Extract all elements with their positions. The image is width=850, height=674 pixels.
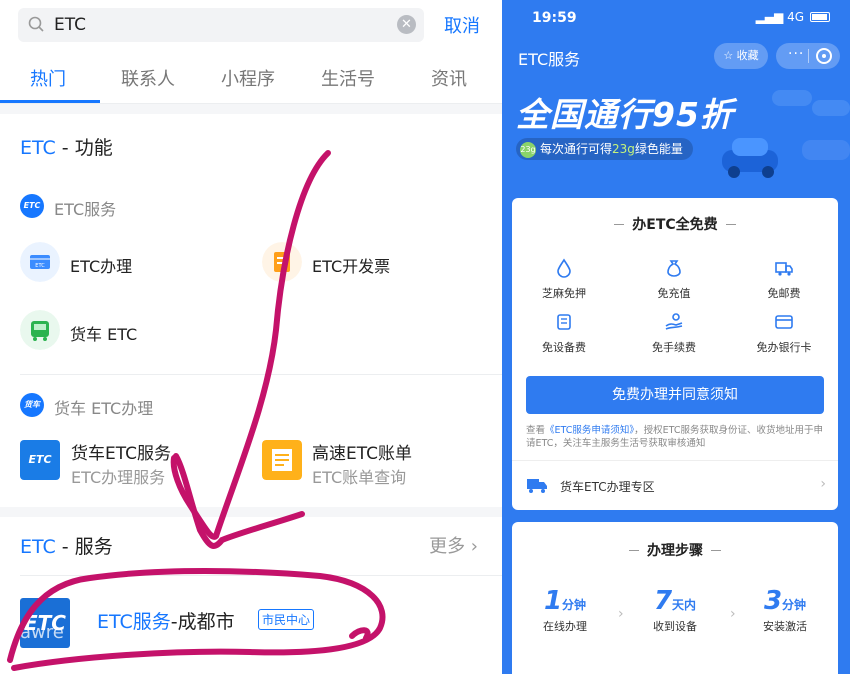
feature-no-bank-card: 免办银行卡 [744, 312, 824, 355]
tab-mini-programs[interactable]: 小程序 [221, 65, 275, 91]
etc-invoice-label: ETC开发票 [312, 257, 391, 276]
free-card-title: 办ETC全免费 [512, 214, 838, 234]
result-title: ETC服务-成都市 [97, 611, 235, 633]
section-gap [0, 507, 502, 517]
search-results-panel: ETC ✕ 取消 热门 联系人 小程序 生活号 资讯 ETC - 功能 ETC … [0, 0, 502, 674]
truck-bus-icon [20, 310, 60, 350]
etc-apply-label: ETC办理 [70, 257, 133, 276]
green-energy-pill: 23g 每次通行可得23g绿色能量 [516, 138, 693, 160]
delivery-truck-icon [775, 262, 793, 276]
network-label: 4G [787, 10, 804, 24]
etc-service-logo: ETC [20, 194, 44, 218]
etc-service-mini-program: 19:59 ▂▄▆ 4G ETC服务 ☆ 收藏 ··· 全国通行95折 23g 每… [502, 0, 850, 674]
function-section-title: ETC - 功能 [20, 137, 113, 159]
step-receive-device: 7天内 收到设备 [653, 586, 697, 633]
agreement-notice: 查看《ETC服务申请须知》，授权ETC服务获取身份证、收货地址用于申请ETC，关… [526, 425, 824, 449]
tab-life-accounts[interactable]: 生活号 [321, 65, 375, 91]
battery-icon [810, 12, 830, 22]
truck-zone-label: 货车ETC办理专区 [560, 480, 655, 494]
step-arrow-icon: › [618, 606, 624, 622]
truck-icon [527, 479, 547, 493]
hand-coin-icon [665, 313, 683, 330]
citizen-center-tag: 市民中心 [258, 609, 315, 630]
truck-etc-group-title[interactable]: 货车 ETC办理 [54, 395, 153, 419]
feature-no-recharge: 免充值 [634, 258, 714, 301]
tab-hot[interactable]: 热门 [30, 65, 66, 91]
status-indicators: ▂▄▆ 4G [756, 10, 830, 24]
close-icon[interactable] [816, 48, 832, 64]
feature-free-shipping: 免邮费 [744, 258, 824, 301]
watermark-text: Lawre [10, 622, 64, 643]
divider [20, 374, 502, 375]
device-icon [557, 314, 571, 330]
free-apply-card: 办ETC全免费 芝麻免押 免充值 免邮费 免设备费 免手续费 免办银行卡 免费办… [512, 198, 838, 510]
step-install-activate: 3分钟 安装激活 [763, 586, 807, 633]
mini-program-capsule: ··· [776, 43, 840, 69]
cancel-button[interactable]: 取消 [444, 12, 480, 38]
truck-etc-label: 货车 ETC [70, 325, 138, 344]
money-bag-icon [667, 260, 681, 277]
status-time: 19:59 [532, 10, 577, 26]
bank-card-icon [775, 315, 793, 329]
capsule-divider [808, 49, 809, 63]
app-title: ETC服务 [518, 50, 581, 69]
process-steps-card: 办理步骤 1分钟 在线办理 › 7天内 收到设备 › 3分钟 安装激活 [512, 522, 838, 674]
section-gap [0, 104, 502, 114]
bill-icon [262, 440, 302, 480]
etc-service-group-title[interactable]: ETC服务 [54, 196, 116, 220]
more-link[interactable]: 更多 › [429, 532, 478, 558]
search-input[interactable]: ETC [54, 15, 86, 35]
truck-etc-service-title: 货车ETC服务 [71, 444, 171, 464]
highway-etc-bill-subtitle: ETC账单查询 [312, 468, 407, 487]
favorite-button[interactable]: ☆ 收藏 [714, 43, 768, 69]
search-icon [28, 16, 44, 32]
clear-icon[interactable]: ✕ [397, 15, 416, 34]
divider [20, 575, 502, 576]
card-divider [512, 460, 838, 461]
promo-headline: 全国通行95折 [516, 95, 734, 134]
step-apply-online: 1分钟 在线办理 [543, 586, 587, 633]
feature-sesame-deposit: 芝麻免押 [524, 258, 604, 301]
tab-news[interactable]: 资讯 [431, 65, 467, 91]
highway-etc-bill-title: 高速ETC账单 [312, 444, 412, 464]
truck-etc-service-subtitle: ETC办理服务 [71, 468, 166, 487]
tab-contacts[interactable]: 联系人 [121, 65, 175, 91]
sesame-drop-icon [557, 258, 571, 278]
tab-underline [0, 100, 100, 103]
free-apply-button[interactable]: 免费办理并同意须知 [526, 376, 824, 414]
invoice-icon [262, 242, 302, 282]
step-arrow-icon: › [730, 606, 736, 622]
feature-no-device-fee: 免设备费 [524, 312, 604, 355]
feature-no-handling-fee: 免手续费 [634, 312, 714, 355]
agreement-link[interactable]: 《ETC服务申请须知》 [545, 425, 634, 436]
more-menu-icon[interactable]: ··· [788, 46, 804, 62]
search-bar[interactable]: ETC ✕ [18, 8, 424, 42]
chevron-right-icon: › [820, 476, 826, 492]
etc-card-icon: ETC [20, 242, 60, 282]
green-energy-badge: 23g [520, 142, 536, 158]
etc-square-icon: ETC [20, 440, 60, 480]
truck-etc-logo: 货车ETC [20, 393, 44, 433]
result-tabs: 热门 联系人 小程序 生活号 资讯 [0, 58, 502, 104]
service-section-title: ETC - 服务 [20, 536, 113, 558]
steps-card-title: 办理步骤 [512, 540, 838, 560]
svg-text:ETC: ETC [35, 263, 45, 269]
